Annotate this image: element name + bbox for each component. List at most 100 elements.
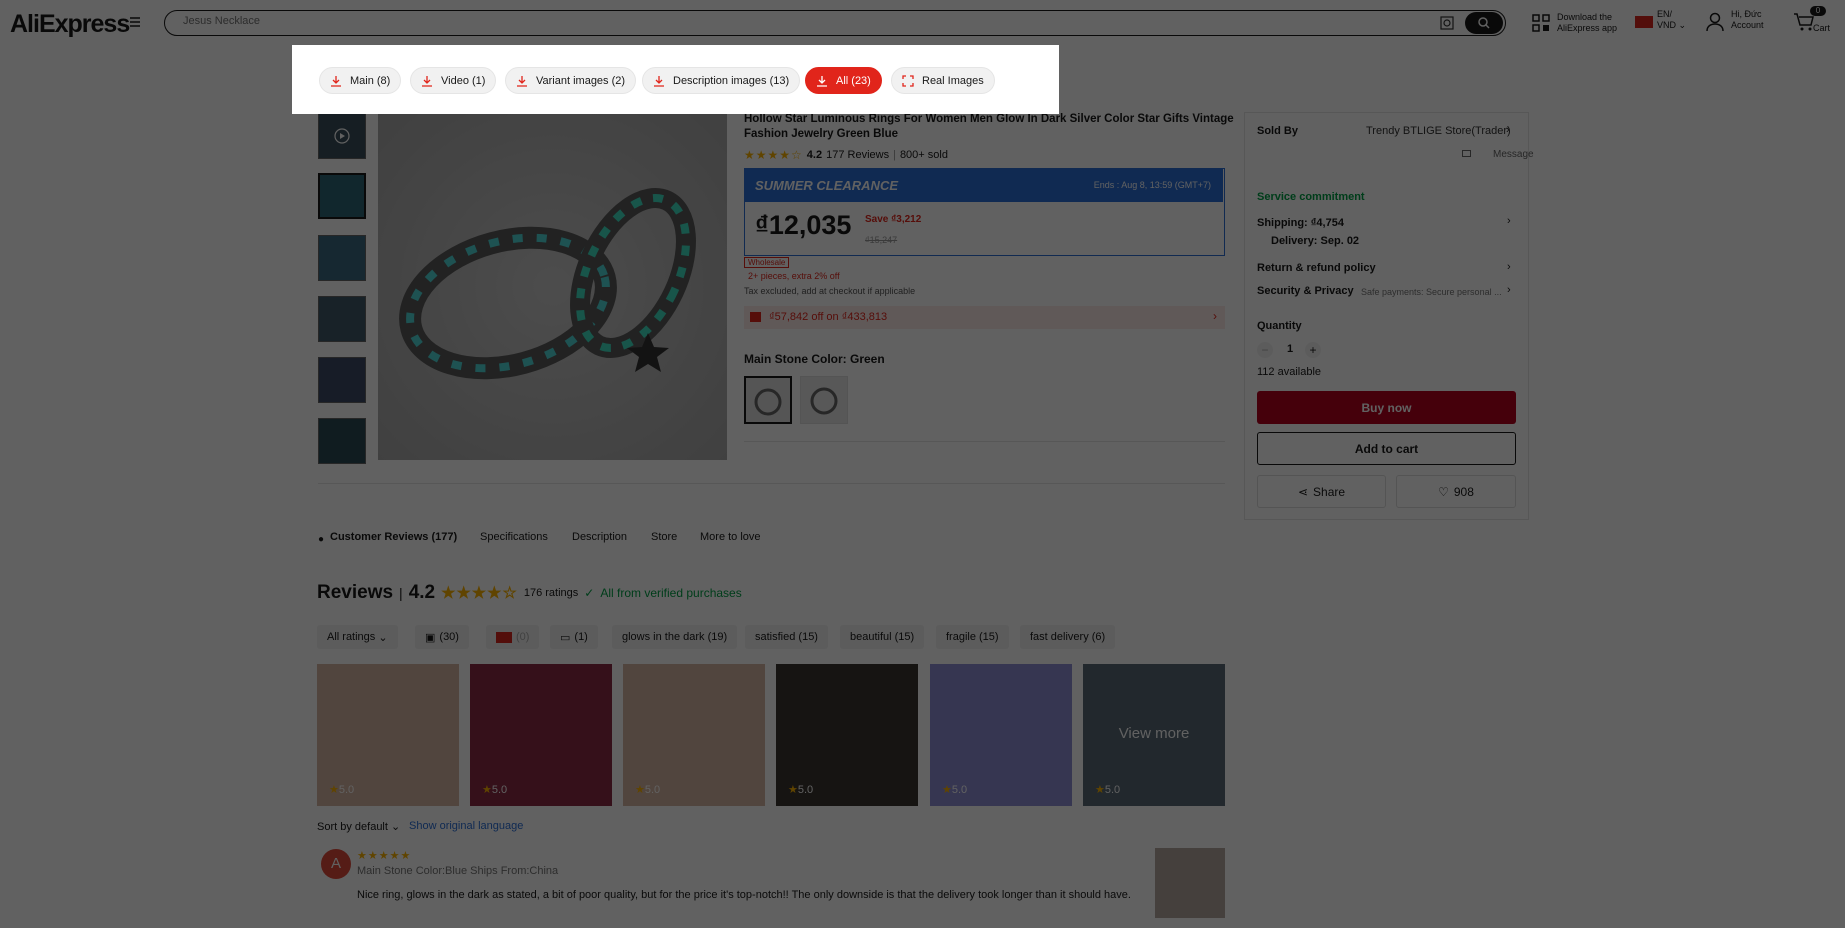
chevron-right-icon: › xyxy=(1506,124,1510,136)
add-to-cart-button[interactable]: Add to cart xyxy=(1257,432,1516,465)
review-photo[interactable]: ★5.0 xyxy=(930,664,1072,806)
search-icon xyxy=(1478,17,1490,29)
location-pin-icon: ● xyxy=(318,534,325,545)
original-price: ₫15,247 xyxy=(865,235,898,245)
filter-with-photos[interactable]: ▣ (30) xyxy=(415,625,469,649)
current-price: ₫12,035 xyxy=(755,210,852,240)
real-images-button[interactable]: Real Images xyxy=(891,67,995,94)
chevron-down-icon: ⌄ xyxy=(378,631,388,644)
view-more-photos[interactable]: View more ★5.0 xyxy=(1083,664,1225,806)
shipping-cost[interactable]: Shipping: ₫4,754 xyxy=(1257,217,1344,229)
gallery-thumb[interactable] xyxy=(318,357,366,403)
filter-country[interactable]: (0) xyxy=(486,625,540,649)
coupon-text: ₫57,842 off on ₫433,813 xyxy=(769,311,888,323)
camera-search-icon[interactable] xyxy=(1440,16,1454,30)
filter-fast-delivery[interactable]: fast delivery (6) xyxy=(1020,625,1116,649)
image-download-popup: Main (8) Video (1) Variant images (2) De… xyxy=(292,45,1059,114)
tab-specifications[interactable]: Specifications xyxy=(480,531,548,543)
coupon-bar[interactable]: ₫57,842 off on ₫433,813 › xyxy=(744,306,1225,329)
menu-icon[interactable] xyxy=(130,17,140,27)
gallery-video-thumb[interactable] xyxy=(318,113,366,159)
filter-fragile[interactable]: fragile (15) xyxy=(936,625,1009,649)
reviews-link[interactable]: 177 Reviews xyxy=(826,149,889,161)
variant-green[interactable] xyxy=(744,376,792,424)
cart-label[interactable]: Cart xyxy=(1813,23,1830,34)
download-app-link[interactable]: Download the AliExpress app xyxy=(1557,12,1617,34)
review-photo[interactable]: ★5.0 xyxy=(623,664,765,806)
review-photo[interactable]: ★5.0 xyxy=(776,664,918,806)
chevron-right-icon: › xyxy=(1507,215,1511,227)
gallery-thumb[interactable] xyxy=(318,173,366,219)
security-privacy[interactable]: Security & Privacy xyxy=(1257,285,1354,297)
buy-now-button[interactable]: Buy now xyxy=(1257,391,1516,424)
cart-count-badge: 0 xyxy=(1810,6,1826,16)
account-menu[interactable]: Hi, Đức Account xyxy=(1731,9,1764,31)
user-icon[interactable] xyxy=(1706,12,1724,32)
avatar: A xyxy=(321,849,351,879)
variant-blue[interactable] xyxy=(800,376,848,424)
glowing-star-rings-image xyxy=(399,188,696,380)
show-original-language-link[interactable]: Show original language xyxy=(409,820,523,832)
promo-banner: SUMMER CLEARANCE Ends : Aug 8, 13:59 (GM… xyxy=(745,169,1223,202)
review-meta: Main Stone Color:Blue Ships From:China xyxy=(357,865,559,877)
tab-store[interactable]: Store xyxy=(651,531,677,543)
review-text: Nice ring, glows in the dark as stated, … xyxy=(357,889,1131,901)
gallery-thumb[interactable] xyxy=(318,296,366,342)
chevron-down-icon: ⌄ xyxy=(1678,20,1687,30)
quantity-label: Quantity xyxy=(1257,320,1302,332)
service-commitment: Service commitment xyxy=(1257,191,1365,203)
reviews-header: Reviews | 4.2 ★★★★☆ 176 ratings ✓ All fr… xyxy=(317,582,742,603)
download-description-images-button[interactable]: Description images (13) xyxy=(642,67,801,94)
tab-customer-reviews[interactable]: Customer Reviews (177) xyxy=(330,531,457,543)
review-thumbnail[interactable] xyxy=(1155,848,1225,918)
chevron-right-icon: › xyxy=(1507,261,1511,273)
quantity-increase[interactable]: + xyxy=(1305,342,1321,358)
search-button[interactable] xyxy=(1465,12,1503,34)
qr-code-icon[interactable] xyxy=(1532,14,1550,32)
photo-rating: ★5.0 xyxy=(635,784,661,796)
tab-more-to-love[interactable]: More to love xyxy=(700,531,761,543)
quantity-value[interactable]: 1 xyxy=(1287,343,1293,355)
download-all-button[interactable]: All (23) xyxy=(805,67,882,94)
language-currency-selector[interactable]: EN/ VND ⌄ xyxy=(1657,9,1686,31)
share-button[interactable]: ⋖ Share xyxy=(1257,475,1386,508)
filter-beautiful[interactable]: beautiful (15) xyxy=(840,625,925,649)
message-button[interactable]: Message xyxy=(1493,149,1534,160)
return-policy[interactable]: Return & refund policy xyxy=(1257,262,1376,274)
quantity-decrease[interactable]: − xyxy=(1257,342,1273,358)
tab-description[interactable]: Description xyxy=(572,531,627,543)
download-icon xyxy=(517,75,527,87)
sort-dropdown[interactable]: Sort by default ⌄ xyxy=(317,820,400,833)
download-variant-images-button[interactable]: Variant images (2) xyxy=(505,67,637,94)
search-input[interactable] xyxy=(183,15,1383,27)
review-photo[interactable]: ★5.0 xyxy=(470,664,612,806)
gallery-thumb[interactable] xyxy=(318,235,366,281)
expand-icon xyxy=(902,74,914,87)
gallery-thumb[interactable] xyxy=(318,418,366,464)
search-box[interactable] xyxy=(164,10,1506,36)
comment-icon: ▭ xyxy=(560,631,571,644)
wholesale-badge: Wholesale xyxy=(744,257,790,268)
store-name-link[interactable]: Trendy BTLIGE Store(Trader) xyxy=(1366,125,1511,137)
divider xyxy=(744,441,1225,442)
rating-stars-icon: ★★★★☆ xyxy=(744,148,803,162)
color-label: Main Stone Color: Green xyxy=(744,352,885,366)
wishlist-button[interactable]: ♡ 908 xyxy=(1396,475,1516,508)
rating-stars-icon: ★★★★☆ xyxy=(441,585,518,602)
photo-rating: ★5.0 xyxy=(1095,784,1121,796)
security-desc: Safe payments: Secure personal ... xyxy=(1361,287,1502,297)
aliexpress-logo[interactable]: AliExpress xyxy=(10,10,130,39)
download-icon xyxy=(817,75,827,87)
coupon-icon xyxy=(750,312,761,322)
filter-glows-in-dark[interactable]: glows in the dark (19) xyxy=(612,625,738,649)
wholesale-offer: 2+ pieces, extra 2% off xyxy=(748,271,840,281)
filter-satisfied[interactable]: satisfied (15) xyxy=(745,625,828,649)
download-video-button[interactable]: Video (1) xyxy=(410,67,497,94)
download-main-button[interactable]: Main (8) xyxy=(319,67,402,94)
filter-all-ratings[interactable]: All ratings ⌄ xyxy=(317,625,398,649)
review-photo[interactable]: ★5.0 xyxy=(317,664,459,806)
product-title: Hollow Star Luminous Rings For Women Men… xyxy=(744,113,1234,140)
filter-with-comments[interactable]: ▭ (1) xyxy=(550,625,598,649)
ring-icon xyxy=(810,387,838,415)
main-product-image[interactable] xyxy=(378,113,727,460)
